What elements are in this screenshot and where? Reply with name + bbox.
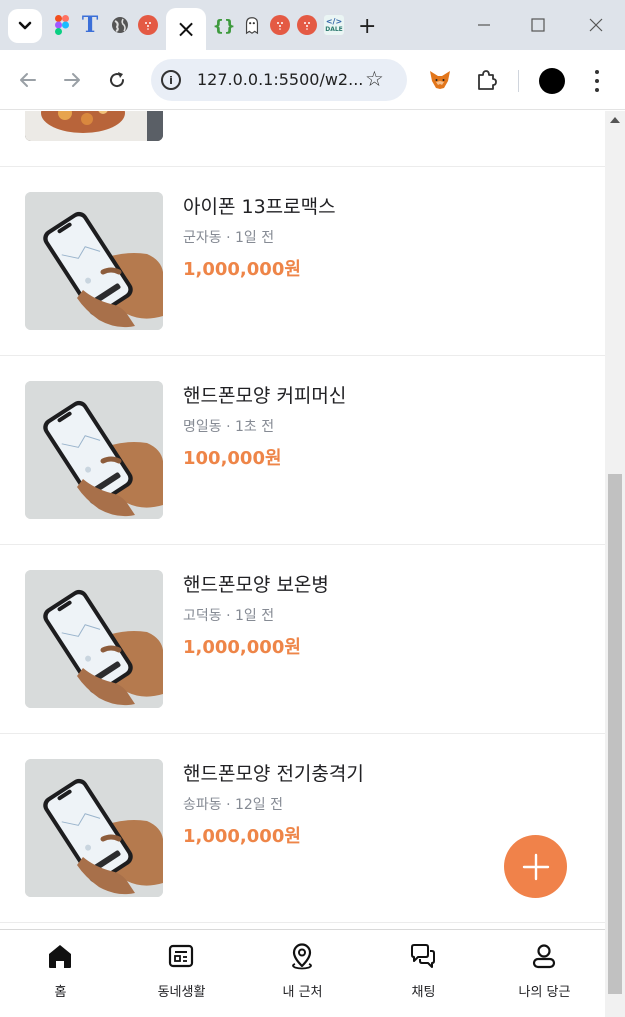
- item-location-time: 군자동 · 1일 전: [183, 230, 275, 246]
- page-scrollbar[interactable]: [605, 111, 625, 1017]
- bookmark-star-icon[interactable]: ☆: [365, 67, 384, 91]
- browser-toolbar: i 127.0.0.1:5500/w2... ☆: [0, 50, 625, 110]
- profile-avatar[interactable]: [539, 68, 565, 94]
- app-tab-icon-3[interactable]: [297, 15, 317, 35]
- item-location-time: 고덕동 · 1일 전: [183, 608, 275, 624]
- list-item[interactable]: 핸드폰모양 보온병 고덕동 · 1일 전 1,000,000원: [0, 545, 605, 734]
- item-title[interactable]: 핸드폰모양 커피머신: [183, 381, 346, 408]
- nav-item-chat[interactable]: 채팅: [363, 930, 484, 1017]
- product-list: 아이폰 13프로맥스 군자동 · 1일 전 1,000,000원 핸드폰모양 커…: [0, 167, 605, 923]
- nav-item-nearby[interactable]: 내 근처: [242, 930, 363, 1017]
- chevron-down-icon: [18, 21, 32, 30]
- browser-tab-bar: T × {} </> DALE +: [0, 0, 625, 50]
- maximize-icon[interactable]: [526, 13, 550, 37]
- ghost-tab-icon[interactable]: [242, 15, 262, 35]
- phone-in-hand-image: [25, 192, 163, 330]
- tab-search-button[interactable]: [8, 9, 42, 43]
- scroll-up-arrow-icon[interactable]: [610, 117, 620, 123]
- globe-tab-icon[interactable]: [110, 15, 130, 35]
- browser-menu-icon[interactable]: [590, 68, 604, 94]
- item-price: 1,000,000원: [183, 637, 301, 658]
- newspaper-icon: [168, 944, 194, 968]
- bottom-navigation: 홈 동네생활 내 근처 채팅 나의 당근: [0, 929, 605, 1017]
- nav-label-home: 홈: [54, 985, 67, 1000]
- nav-item-community[interactable]: 동네생활: [121, 930, 242, 1017]
- item-title[interactable]: 아이폰 13프로맥스: [183, 192, 336, 219]
- chat-bubbles-icon: [411, 944, 435, 968]
- app-tab-icon-2[interactable]: [270, 15, 290, 35]
- previous-item-thumbnail[interactable]: [25, 111, 163, 141]
- metamask-fox-icon[interactable]: [427, 67, 453, 93]
- home-icon: [49, 945, 71, 968]
- scroll-thumb[interactable]: [608, 474, 622, 994]
- product-thumbnail[interactable]: [25, 759, 163, 897]
- write-post-button[interactable]: [504, 835, 567, 898]
- reload-icon[interactable]: [104, 67, 130, 93]
- site-info-icon[interactable]: i: [161, 70, 181, 90]
- nav-item-home[interactable]: 홈: [0, 930, 121, 1017]
- nav-label-community: 동네생활: [157, 985, 206, 1000]
- item-price: 1,000,000원: [183, 259, 301, 280]
- nav-label-my: 나의 당근: [518, 985, 571, 1000]
- url-text[interactable]: 127.0.0.1:5500/w2...: [197, 70, 363, 89]
- tab-close-icon[interactable]: ×: [176, 17, 196, 41]
- phone-in-hand-image: [25, 759, 163, 897]
- back-icon[interactable]: [15, 67, 41, 93]
- forward-icon[interactable]: [59, 67, 85, 93]
- item-title[interactable]: 핸드폰모양 보온병: [183, 570, 329, 597]
- item-price: 100,000원: [183, 448, 282, 469]
- nav-label-chat: 채팅: [411, 985, 436, 1000]
- item-price: 1,000,000원: [183, 826, 301, 847]
- window-close-icon[interactable]: [584, 13, 608, 37]
- nav-item-my[interactable]: 나의 당근: [484, 930, 605, 1017]
- plus-icon: [522, 853, 549, 880]
- user-icon: [532, 944, 556, 969]
- product-thumbnail[interactable]: [25, 192, 163, 330]
- phone-in-hand-image: [25, 381, 163, 519]
- list-item[interactable]: 핸드폰모양 전기충격기 송파동 · 12일 전 1,000,000원: [0, 734, 605, 923]
- nav-label-nearby: 내 근처: [282, 985, 323, 1000]
- json-tab-icon[interactable]: {}: [213, 15, 236, 35]
- page-viewport: 아이폰 13프로맥스 군자동 · 1일 전 1,000,000원 핸드폰모양 커…: [0, 111, 605, 1017]
- item-title[interactable]: 핸드폰모양 전기충격기: [183, 759, 364, 786]
- product-thumbnail[interactable]: [25, 570, 163, 708]
- item-location-time: 송파동 · 12일 전: [183, 797, 284, 813]
- toolbar-separator: [518, 70, 519, 92]
- tab-active[interactable]: ×: [166, 8, 206, 50]
- product-thumbnail[interactable]: [25, 381, 163, 519]
- dale-tab-icon[interactable]: </> DALE: [324, 15, 344, 35]
- phone-in-hand-image: [25, 570, 163, 708]
- app-tab-icon[interactable]: [138, 15, 158, 35]
- item-location-time: 명일동 · 1초 전: [183, 419, 275, 435]
- dale-tab-label: DALE: [325, 25, 343, 33]
- list-item[interactable]: 핸드폰모양 커피머신 명일동 · 1초 전 100,000원: [0, 356, 605, 545]
- typora-tab-icon[interactable]: T: [80, 12, 100, 38]
- new-tab-button[interactable]: +: [358, 14, 376, 39]
- list-item[interactable]: 아이폰 13프로맥스 군자동 · 1일 전 1,000,000원: [0, 167, 605, 356]
- extensions-puzzle-icon[interactable]: [473, 67, 499, 93]
- figma-tab-icon[interactable]: [52, 15, 72, 35]
- location-pin-icon: [292, 943, 312, 970]
- address-bar[interactable]: i 127.0.0.1:5500/w2... ☆: [151, 59, 407, 101]
- minimize-icon[interactable]: [472, 13, 496, 37]
